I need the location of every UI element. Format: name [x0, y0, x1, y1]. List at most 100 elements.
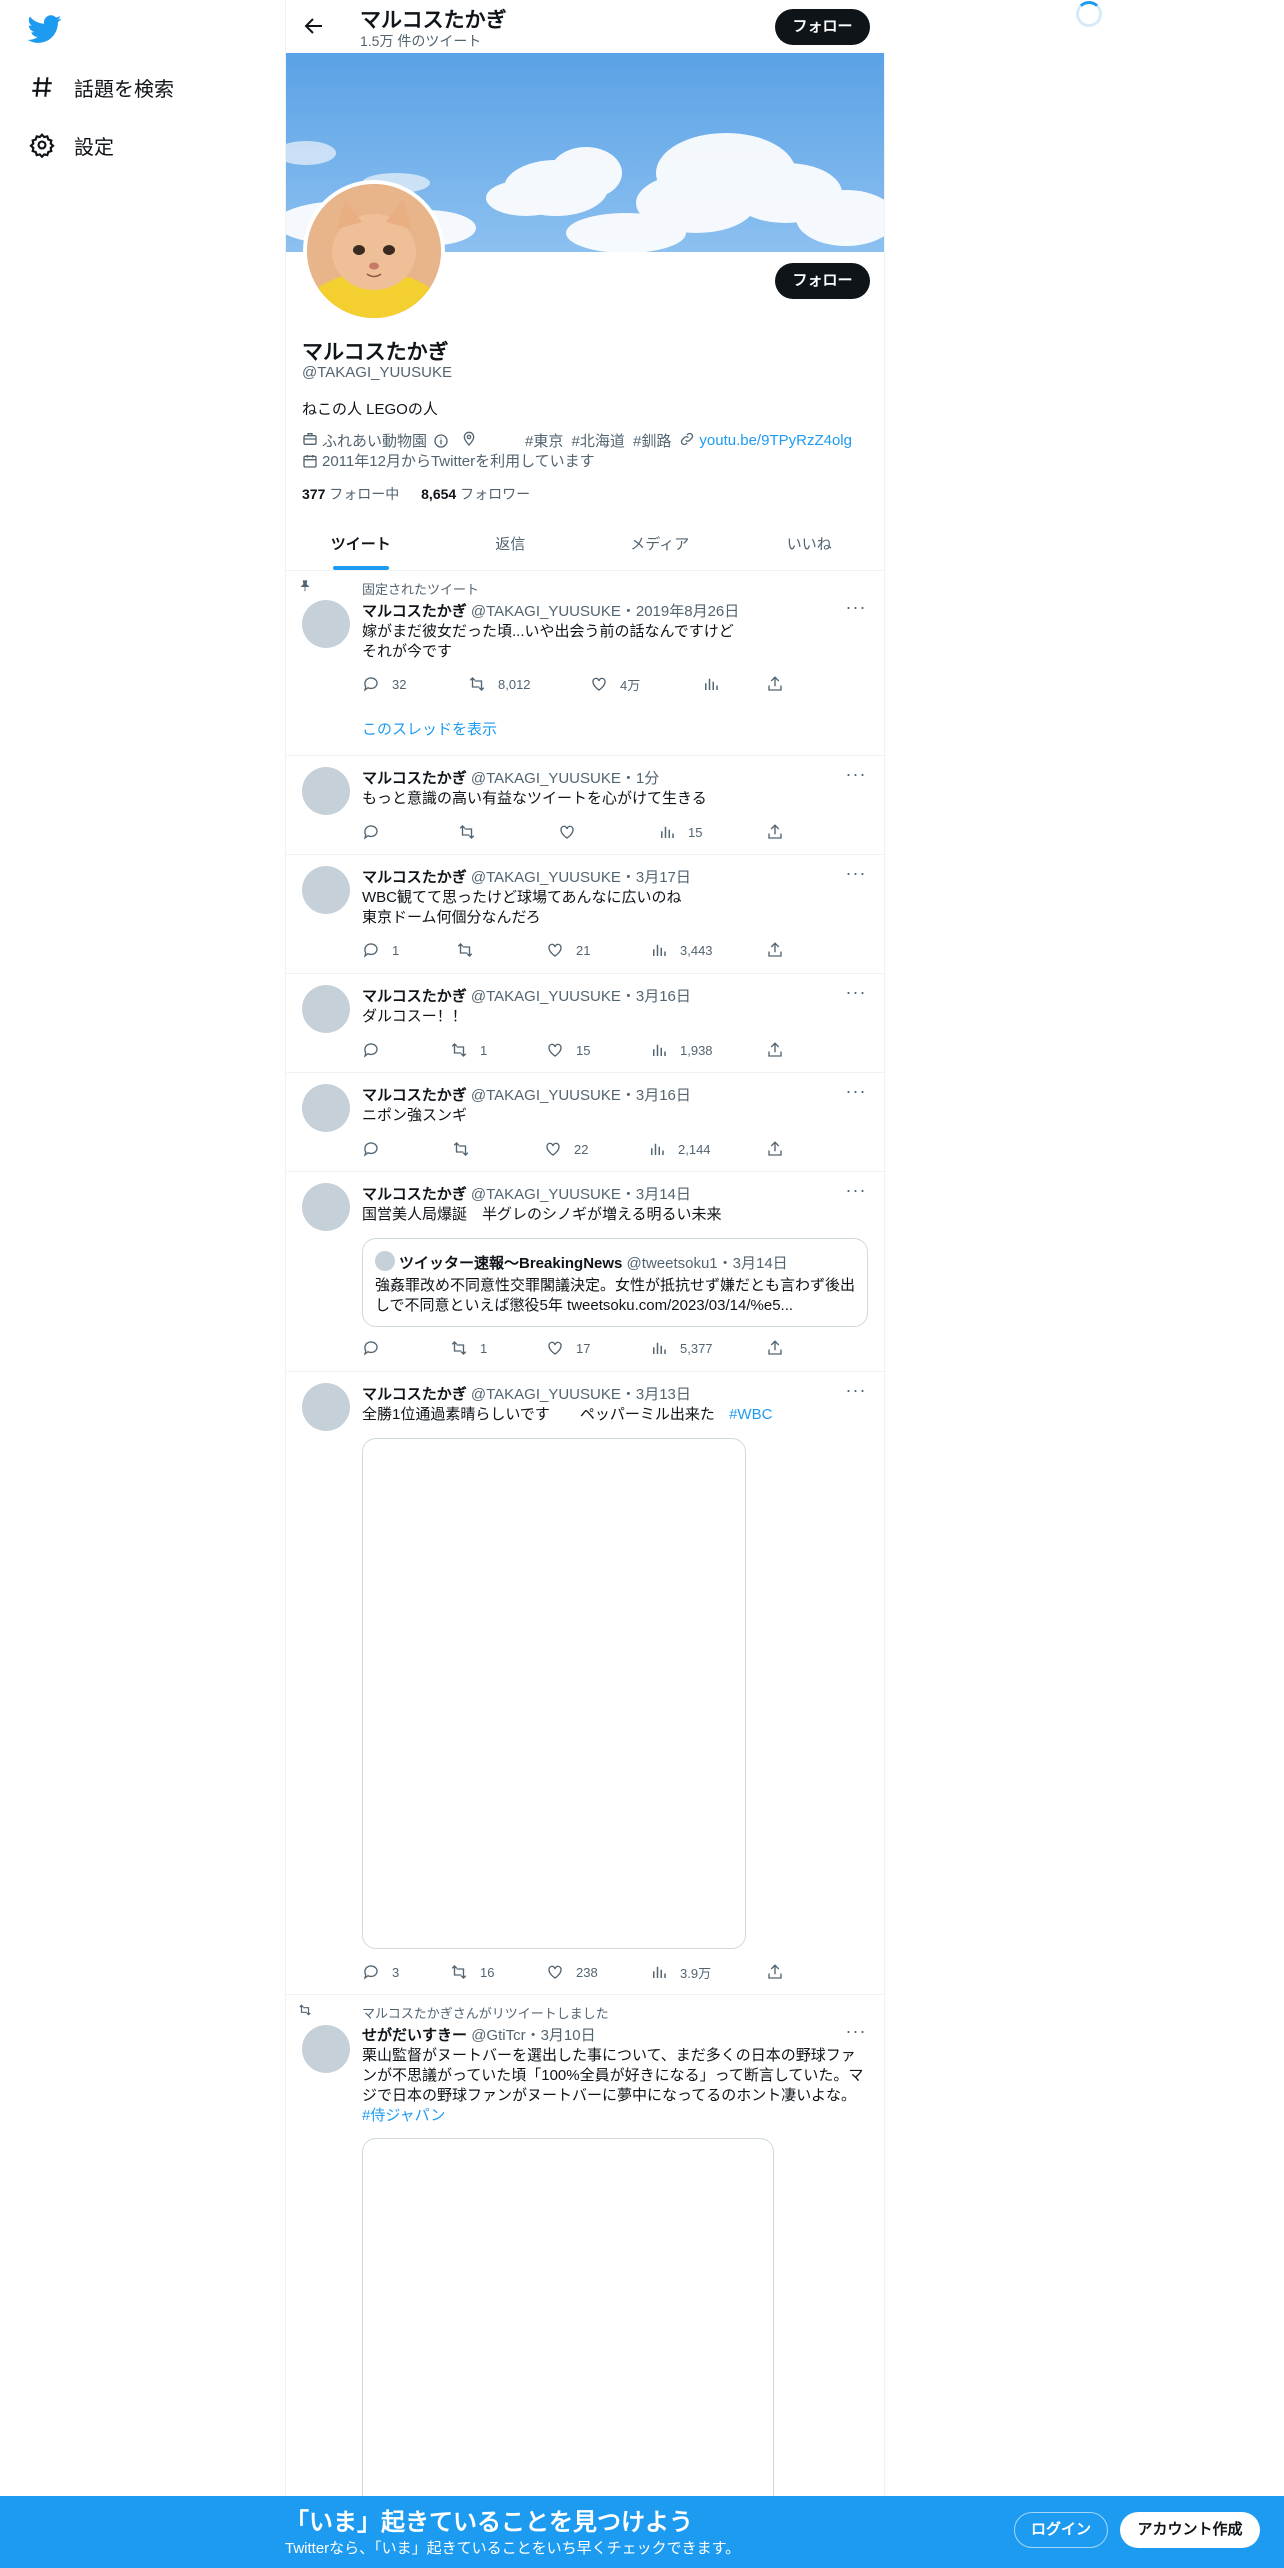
- avatar[interactable]: [302, 767, 350, 815]
- avatar[interactable]: [302, 600, 350, 648]
- tweet-meta[interactable]: @TAKAGI_YUUSUKE・3月16日: [471, 988, 691, 1005]
- tweet-author-name[interactable]: マルコスたかぎ: [362, 770, 467, 787]
- tweet-item[interactable]: マルコスたかぎ @TAKAGI_YUUSUKE・3月17日 ··· WBC観てて…: [286, 855, 884, 974]
- reply-button[interactable]: 3: [362, 1962, 399, 1982]
- like-button[interactable]: 17: [546, 1338, 590, 1358]
- tweet-item[interactable]: マルコスたかぎ @TAKAGI_YUUSUKE・3月13日 ··· 全勝1位通過…: [286, 1372, 884, 1995]
- tab-replies[interactable]: 返信: [436, 518, 586, 570]
- view-count: 5,377: [680, 1340, 713, 1356]
- reply-button[interactable]: [362, 1040, 392, 1060]
- avatar[interactable]: [302, 1383, 350, 1431]
- profile-url[interactable]: youtu.be/9TPyRzZ4olg: [679, 431, 852, 451]
- views-button[interactable]: 3,443: [650, 940, 713, 960]
- more-options-icon[interactable]: ···: [844, 2022, 868, 2044]
- reply-button[interactable]: 1: [362, 940, 399, 960]
- like-button[interactable]: [558, 822, 588, 842]
- tweet-meta[interactable]: @TAKAGI_YUUSUKE・2019年8月26日: [471, 603, 739, 620]
- more-options-icon[interactable]: ···: [844, 1082, 868, 1104]
- views-button[interactable]: 15: [658, 822, 702, 842]
- tweet-meta[interactable]: @TAKAGI_YUUSUKE・1分: [471, 770, 659, 787]
- retweet-button[interactable]: 16: [450, 1962, 494, 1982]
- tweet-item[interactable]: 固定されたツイート マルコスたかぎ @TAKAGI_YUUSUKE・2019年8…: [286, 572, 884, 756]
- tweet-meta[interactable]: @TAKAGI_YUUSUKE・3月13日: [471, 1386, 691, 1403]
- more-options-icon[interactable]: ···: [844, 598, 868, 620]
- tweet-meta[interactable]: @GtiTcr・3月10日: [471, 2027, 595, 2044]
- reply-button[interactable]: [362, 822, 392, 842]
- tweet-item[interactable]: マルコスたかぎ @TAKAGI_YUUSUKE・3月16日 ··· ニポン強スン…: [286, 1073, 884, 1172]
- share-button[interactable]: [766, 1338, 796, 1358]
- login-button[interactable]: ログイン: [1014, 2512, 1108, 2548]
- twitter-logo-icon[interactable]: [27, 12, 62, 46]
- reply-button[interactable]: [362, 1338, 392, 1358]
- like-button[interactable]: 22: [544, 1139, 588, 1159]
- views-button[interactable]: 2,144: [648, 1139, 711, 1159]
- share-button[interactable]: [766, 1139, 796, 1159]
- hashtag-link[interactable]: #WBC: [729, 1406, 772, 1423]
- retweet-button[interactable]: [452, 1139, 482, 1159]
- retweet-button[interactable]: 8,012: [468, 674, 531, 694]
- more-options-icon[interactable]: ···: [844, 983, 868, 1005]
- more-options-icon[interactable]: ···: [844, 1181, 868, 1203]
- retweet-button[interactable]: 1: [450, 1338, 487, 1358]
- tweet-author-name[interactable]: マルコスたかぎ: [362, 603, 467, 620]
- avatar[interactable]: [302, 985, 350, 1033]
- tweet-item[interactable]: マルコスたかぎさんがリツイートしました せがだいすきー @GtiTcr・3月10…: [286, 1995, 884, 2568]
- tweet-author-name[interactable]: マルコスたかぎ: [362, 1087, 467, 1104]
- tweet-media[interactable]: [362, 1438, 746, 1949]
- tweet-author-name[interactable]: マルコスたかぎ: [362, 869, 467, 886]
- nav-explore[interactable]: 話題を検索: [28, 67, 174, 107]
- tweet-item[interactable]: マルコスたかぎ @TAKAGI_YUUSUKE・3月14日 ··· 国営美人局爆…: [286, 1172, 884, 1372]
- reply-button[interactable]: [362, 1139, 392, 1159]
- share-button[interactable]: [766, 822, 796, 842]
- tweet-meta[interactable]: @TAKAGI_YUUSUKE・3月16日: [471, 1087, 691, 1104]
- tweet-author-name[interactable]: マルコスたかぎ: [362, 988, 467, 1005]
- following-link[interactable]: 377 フォロー中: [302, 486, 399, 502]
- views-button[interactable]: 5,377: [650, 1338, 713, 1358]
- tweet-author-name[interactable]: マルコスたかぎ: [362, 1386, 467, 1403]
- tab-likes[interactable]: いいね: [735, 518, 885, 570]
- avatar[interactable]: [302, 1084, 350, 1132]
- avatar[interactable]: [302, 1183, 350, 1231]
- tab-media[interactable]: メディア: [585, 518, 735, 570]
- avatar[interactable]: [302, 866, 350, 914]
- profile-url-text[interactable]: youtu.be/9TPyRzZ4olg: [699, 432, 852, 449]
- share-button[interactable]: [766, 1962, 796, 1982]
- views-button[interactable]: [702, 674, 732, 694]
- like-button[interactable]: 4万: [590, 674, 640, 694]
- tweet-item[interactable]: マルコスたかぎ @TAKAGI_YUUSUKE・1分 ··· もっと意識の高い有…: [286, 756, 884, 855]
- more-options-icon[interactable]: ···: [844, 864, 868, 886]
- retweet-button[interactable]: [458, 822, 488, 842]
- like-button[interactable]: 15: [546, 1040, 590, 1060]
- views-button[interactable]: 3.9万: [650, 1962, 711, 1982]
- tweet-author-name[interactable]: せがだいすきー: [362, 2027, 467, 2044]
- views-button[interactable]: 1,938: [650, 1040, 713, 1060]
- signup-button[interactable]: アカウント作成: [1120, 2512, 1260, 2548]
- retweet-button[interactable]: 1: [450, 1040, 487, 1060]
- quoted-tweet[interactable]: ツイッター速報〜BreakingNews @tweetsoku1・3月14日 強…: [362, 1238, 868, 1327]
- header-follow-button[interactable]: フォロー: [775, 9, 870, 45]
- info-icon[interactable]: [433, 433, 453, 449]
- avatar[interactable]: [302, 2025, 350, 2073]
- followers-link[interactable]: 8,654 フォロワー: [421, 486, 530, 502]
- tweet-author-name[interactable]: マルコスたかぎ: [362, 1186, 467, 1203]
- reply-button[interactable]: 32: [362, 674, 406, 694]
- profile-avatar[interactable]: [303, 180, 445, 322]
- tweet-item[interactable]: マルコスたかぎ @TAKAGI_YUUSUKE・3月16日 ··· ダルコスー！…: [286, 974, 884, 1073]
- show-thread-link[interactable]: このスレッドを表示: [362, 720, 872, 740]
- more-options-icon[interactable]: ···: [844, 1381, 868, 1403]
- profile-follow-button[interactable]: フォロー: [775, 263, 870, 299]
- tweet-meta[interactable]: @TAKAGI_YUUSUKE・3月14日: [471, 1186, 691, 1203]
- share-button[interactable]: [766, 940, 796, 960]
- like-button[interactable]: 238: [546, 1962, 598, 1982]
- hashtag-link[interactable]: #侍ジャパン: [362, 2106, 872, 2126]
- retweeted-by-label[interactable]: マルコスたかぎさんがリツイートしました: [362, 2003, 609, 2022]
- nav-settings[interactable]: 設定: [28, 125, 114, 165]
- tweet-meta[interactable]: @TAKAGI_YUUSUKE・3月17日: [471, 869, 691, 886]
- retweet-button[interactable]: [456, 940, 486, 960]
- like-button[interactable]: 21: [546, 940, 590, 960]
- share-button[interactable]: [766, 674, 796, 694]
- tab-tweets[interactable]: ツイート: [286, 518, 436, 570]
- more-options-icon[interactable]: ···: [844, 765, 868, 787]
- back-arrow-icon[interactable]: [302, 14, 326, 38]
- share-button[interactable]: [766, 1040, 796, 1060]
